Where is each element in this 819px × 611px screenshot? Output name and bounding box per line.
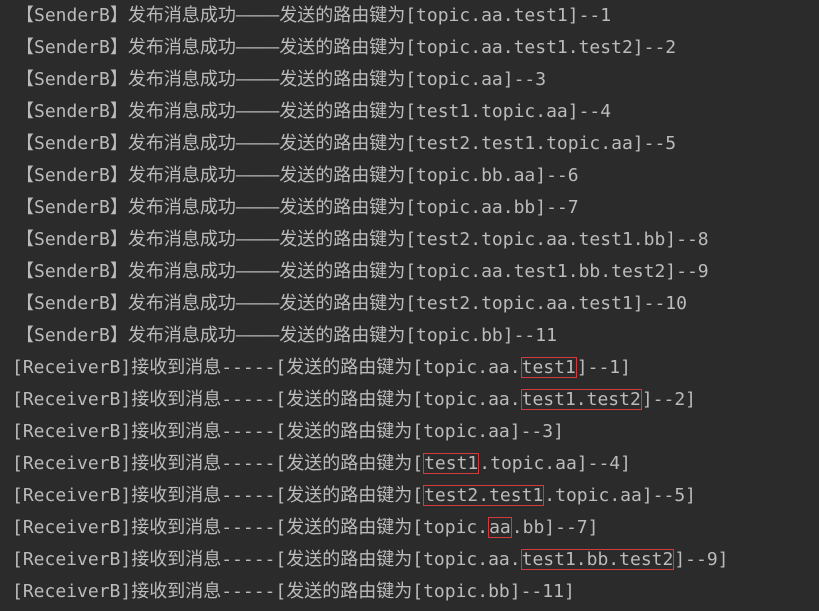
sender-log-line: 【SenderB】发布消息成功————发送的路由键为[topic.bb]--11 bbox=[16, 325, 557, 346]
receiver-line-text: .bb]--7] bbox=[511, 517, 599, 538]
sender-log-line: 【SenderB】发布消息成功————发送的路由键为[test1.topic.a… bbox=[16, 101, 612, 122]
highlighted-routing-key: test1.test2 bbox=[520, 389, 642, 410]
sender-log-line: 【SenderB】发布消息成功————发送的路由键为[topic.aa.bb]-… bbox=[16, 197, 579, 218]
receiver-line-text: ]--2] bbox=[641, 389, 697, 410]
highlighted-routing-key: test1.bb.test2 bbox=[520, 549, 675, 570]
sender-log-line: 【SenderB】发布消息成功————发送的路由键为[topic.bb.aa]-… bbox=[16, 165, 579, 186]
receiver-line-text: [ReceiverB]接收到消息-----[发送的路由键为[topic.aa. bbox=[12, 357, 521, 378]
receiver-line-text: [ReceiverB]接收到消息-----[发送的路由键为[topic.aa. bbox=[12, 389, 521, 410]
receiver-line-text: ]--9] bbox=[674, 549, 729, 570]
sender-log-line: 【SenderB】发布消息成功————发送的路由键为[topic.aa.test… bbox=[16, 261, 709, 282]
sender-log-line: 【SenderB】发布消息成功————发送的路由键为[test2.test1.t… bbox=[16, 133, 677, 154]
receiver-log-line: [ReceiverB]接收到消息-----[发送的路由键为[topic.bb]-… bbox=[12, 576, 575, 608]
receiver-line-text: .topic.aa]--5] bbox=[544, 485, 697, 506]
sender-log-line: 【SenderB】发布消息成功————发送的路由键为[test2.topic.a… bbox=[16, 229, 709, 250]
highlighted-routing-key: test2.test1 bbox=[423, 485, 545, 506]
sender-log-line: 【SenderB】发布消息成功————发送的路由键为[topic.aa]--3 bbox=[16, 69, 547, 90]
highlighted-routing-key: test1 bbox=[423, 453, 480, 474]
receiver-line-text: [ReceiverB]接收到消息-----[发送的路由键为[ bbox=[12, 453, 424, 474]
sender-log-line: 【SenderB】发布消息成功————发送的路由键为[test2.topic.a… bbox=[16, 293, 687, 314]
highlighted-routing-key: test1 bbox=[520, 357, 577, 378]
sender-log-line: 【SenderB】发布消息成功————发送的路由键为[topic.aa.test… bbox=[16, 5, 612, 26]
receiver-log-line: [ReceiverB]接收到消息-----[发送的路由键为[topic.aa.t… bbox=[12, 384, 696, 416]
receiver-line-text: [ReceiverB]接收到消息-----[发送的路由键为[topic.aa]-… bbox=[12, 421, 564, 442]
receiver-line-text: .topic.aa]--4] bbox=[479, 453, 631, 474]
receiver-log-line: [ReceiverB]接收到消息-----[发送的路由键为[topic.aa]-… bbox=[12, 416, 564, 448]
sender-log-line: 【SenderB】发布消息成功————发送的路由键为[topic.aa.test… bbox=[16, 37, 677, 58]
console-output: 【SenderB】发布消息成功————发送的路由键为[topic.aa.test… bbox=[0, 0, 819, 611]
receiver-log-line: [ReceiverB]接收到消息-----[发送的路由键为[topic.aa.t… bbox=[12, 544, 729, 576]
receiver-log-line: [ReceiverB]接收到消息-----[发送的路由键为[topic.aa.b… bbox=[12, 512, 598, 544]
receiver-line-text: [ReceiverB]接收到消息-----[发送的路由键为[ bbox=[12, 485, 424, 506]
receiver-line-text: [ReceiverB]接收到消息-----[发送的路由键为[topic.aa. bbox=[12, 549, 521, 570]
receiver-log-line: [ReceiverB]接收到消息-----[发送的路由键为[topic.aa.t… bbox=[12, 352, 631, 384]
receiver-line-text: [ReceiverB]接收到消息-----[发送的路由键为[topic. bbox=[12, 517, 489, 538]
receiver-log-line: [ReceiverB]接收到消息-----[发送的路由键为[test2.test… bbox=[12, 480, 696, 512]
highlighted-routing-key: aa bbox=[488, 517, 512, 538]
receiver-line-text: [ReceiverB]接收到消息-----[发送的路由键为[topic.bb]-… bbox=[12, 581, 575, 602]
receiver-log-line: [ReceiverB]接收到消息-----[发送的路由键为[test1.topi… bbox=[12, 448, 631, 480]
receiver-line-text: ]--1] bbox=[576, 357, 631, 378]
